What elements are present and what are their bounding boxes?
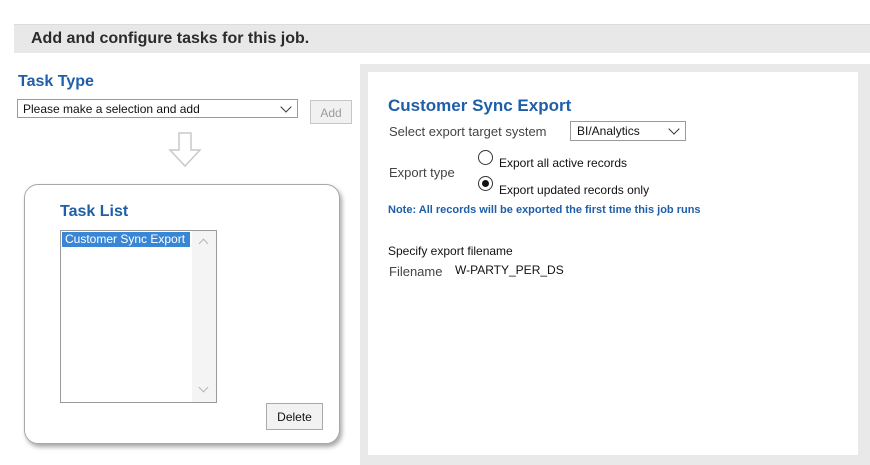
page-header: Add and configure tasks for this job. — [14, 24, 870, 53]
export-type-label: Export type — [389, 165, 455, 180]
chevron-down-icon — [280, 101, 292, 113]
task-list-panel: Task List Customer Sync Export Delete — [24, 184, 340, 444]
add-button[interactable]: Add — [310, 100, 352, 124]
config-title: Customer Sync Export — [388, 96, 572, 115]
scroll-down-icon[interactable] — [198, 382, 209, 393]
down-arrow-icon — [168, 132, 202, 173]
radio-export-updated[interactable] — [478, 176, 493, 191]
filename-heading: Specify export filename — [388, 244, 513, 258]
target-system-value: BI/Analytics — [577, 124, 640, 138]
scroll-up-icon[interactable] — [198, 238, 209, 249]
radio-export-updated-label: Export updated records only — [499, 183, 650, 197]
config-panel: Customer Sync Export Select export targe… — [360, 64, 870, 465]
config-panel-inner: Customer Sync Export Select export targe… — [368, 72, 858, 455]
target-system-label: Select export target system — [389, 124, 547, 139]
task-type-select[interactable]: Please make a selection and add — [17, 99, 298, 118]
top-strip — [0, 0, 870, 10]
delete-button[interactable]: Delete — [266, 403, 323, 430]
task-listbox[interactable]: Customer Sync Export — [60, 230, 217, 403]
chevron-down-icon — [668, 123, 680, 135]
page-title: Add and configure tasks for this job. — [31, 30, 310, 47]
target-system-select[interactable]: BI/Analytics — [570, 121, 686, 141]
radio-export-all[interactable] — [478, 150, 493, 165]
listbox-scrollbar[interactable] — [192, 231, 216, 402]
filename-value: W-PARTY_PER_DS — [455, 263, 564, 277]
task-type-select-value: Please make a selection and add — [23, 102, 200, 116]
task-list-title: Task List — [60, 203, 129, 220]
export-note: Note: All records will be exported the f… — [388, 204, 701, 216]
filename-label: Filename — [389, 264, 443, 279]
radio-export-all-label: Export all active records — [499, 156, 628, 170]
task-type-title: Task Type — [18, 73, 94, 90]
list-item[interactable]: Customer Sync Export — [62, 232, 190, 247]
